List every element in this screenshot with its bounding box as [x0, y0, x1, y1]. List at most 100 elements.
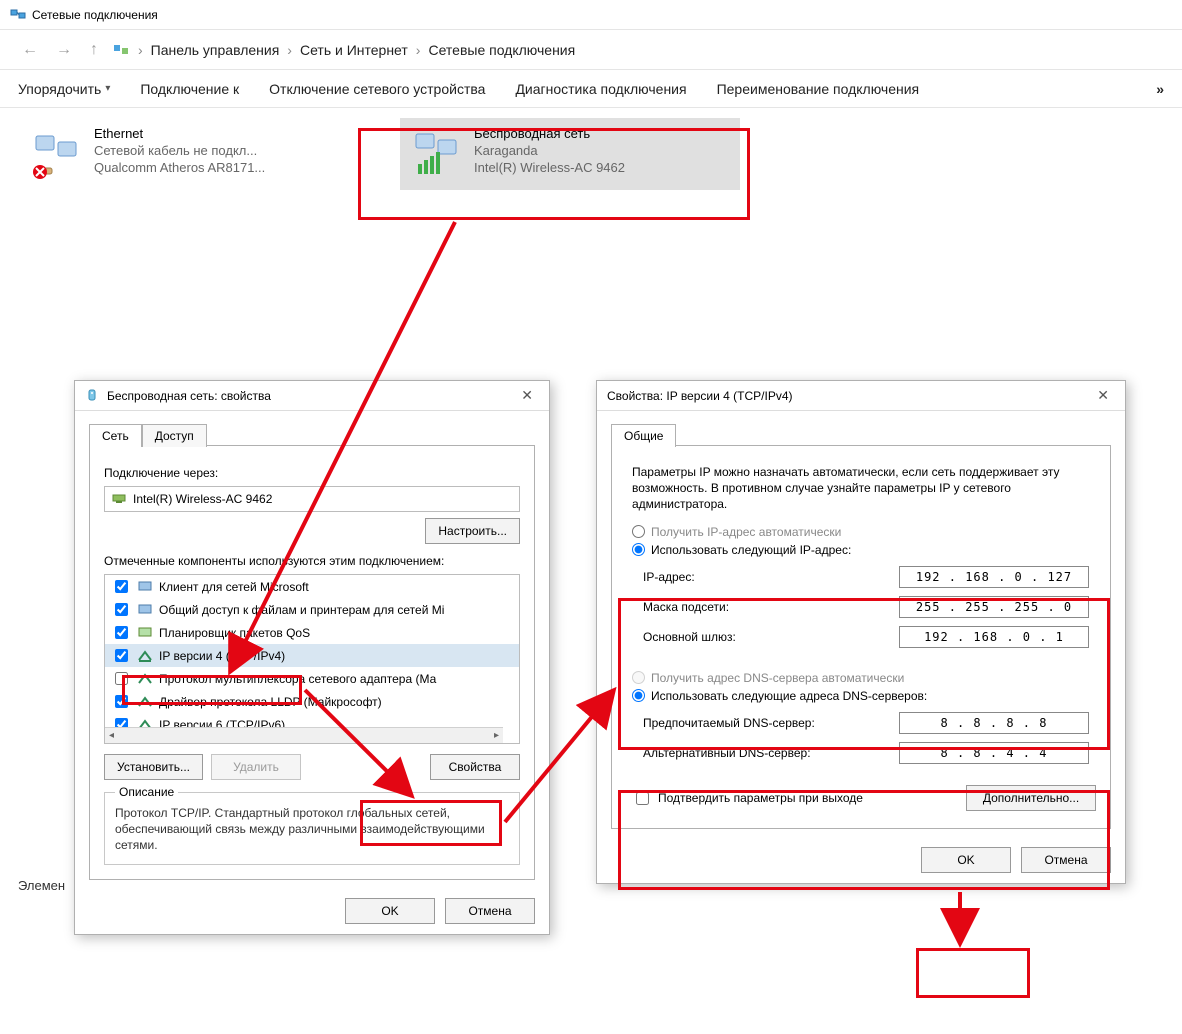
- gateway-label: Основной шлюз:: [643, 630, 899, 644]
- diagnose-button[interactable]: Диагностика подключения: [515, 81, 686, 97]
- cancel-button[interactable]: Отмена: [445, 898, 535, 924]
- status-bar: Элемен: [18, 878, 65, 893]
- radio-manual-ip-input[interactable]: [632, 543, 645, 556]
- breadcrumb-item[interactable]: Сетевые подключения: [428, 42, 575, 58]
- client-icon: [137, 579, 153, 595]
- scroll-right-icon[interactable]: ▸: [490, 730, 503, 741]
- radio-auto-dns: Получить адрес DNS-сервера автоматически: [626, 669, 1096, 687]
- adapter-properties-dialog: Беспроводная сеть: свойства ✕ Сеть Досту…: [74, 380, 550, 935]
- adapter-icon: [85, 388, 101, 404]
- overflow-button[interactable]: »: [1156, 81, 1164, 97]
- disable-device-button[interactable]: Отключение сетевого устройства: [269, 81, 485, 97]
- dialog-title: Беспроводная сеть: свойства: [107, 389, 271, 403]
- qos-icon: [137, 625, 153, 641]
- component-checkbox[interactable]: [115, 580, 128, 593]
- ok-button[interactable]: OK: [921, 847, 1011, 873]
- description-legend: Описание: [115, 785, 178, 799]
- dns2-field[interactable]: 8 . 8 . 4 . 4: [899, 742, 1089, 764]
- separator-icon: ›: [138, 42, 143, 58]
- confirm-on-exit-label: Подтвердить параметры при выходе: [658, 791, 863, 805]
- confirm-on-exit-input[interactable]: [636, 792, 649, 805]
- radio-manual-dns-input[interactable]: [632, 689, 645, 702]
- connection-item-wifi[interactable]: Беспроводная сеть Karaganda Intel(R) Wir…: [400, 118, 740, 190]
- close-button[interactable]: ✕: [515, 385, 539, 406]
- dialog-title-bar[interactable]: Свойства: IP версии 4 (TCP/IPv4) ✕: [597, 381, 1125, 411]
- breadcrumb[interactable]: › Панель управления › Сеть и Интернет › …: [112, 41, 575, 59]
- radio-label: Использовать следующие адреса DNS-сервер…: [651, 689, 927, 703]
- connection-status: Karaganda: [474, 143, 625, 158]
- up-button[interactable]: ↑: [86, 37, 102, 63]
- tab-network[interactable]: Сеть: [89, 424, 142, 447]
- component-checkbox[interactable]: [115, 672, 128, 685]
- configure-button[interactable]: Настроить...: [425, 518, 520, 544]
- radio-label: Получить IP-адрес автоматически: [651, 525, 841, 539]
- connect-to-button[interactable]: Подключение к: [140, 81, 239, 97]
- breadcrumb-item[interactable]: Панель управления: [151, 42, 280, 58]
- share-icon: [137, 602, 153, 618]
- component-checkbox[interactable]: [115, 695, 128, 708]
- component-checkbox[interactable]: [115, 649, 128, 662]
- ipv4-properties-dialog: Свойства: IP версии 4 (TCP/IPv4) ✕ Общие…: [596, 380, 1126, 884]
- ip-address-label: IP-адрес:: [643, 570, 899, 584]
- cancel-button[interactable]: Отмена: [1021, 847, 1111, 873]
- ok-button[interactable]: OK: [345, 898, 435, 924]
- dns2-label: Альтернативный DNS-сервер:: [643, 746, 899, 760]
- breadcrumb-item[interactable]: Сеть и Интернет: [300, 42, 408, 58]
- horizontal-scrollbar[interactable]: ◂▸: [105, 727, 503, 743]
- components-label: Отмеченные компоненты используются этим …: [104, 554, 520, 568]
- connect-via-label: Подключение через:: [104, 466, 520, 480]
- confirm-on-exit-checkbox[interactable]: Подтвердить параметры при выходе: [626, 783, 869, 814]
- connection-item-ethernet[interactable]: Ethernet Сетевой кабель не подкл... Qual…: [20, 118, 360, 190]
- radio-auto-dns-input: [632, 671, 645, 684]
- gateway-field[interactable]: 192 . 168 . 0 . 1: [899, 626, 1089, 648]
- forward-button[interactable]: →: [52, 37, 76, 63]
- ip-address-field[interactable]: 192 . 168 . 0 . 127: [899, 566, 1089, 588]
- dns1-label: Предпочитаемый DNS-сервер:: [643, 716, 899, 730]
- wifi-icon: [408, 126, 464, 182]
- close-button[interactable]: ✕: [1091, 385, 1115, 406]
- connection-name: Ethernet: [94, 126, 265, 141]
- dialog-tabs: Общие: [611, 423, 1111, 446]
- install-button[interactable]: Установить...: [104, 754, 203, 780]
- tab-access[interactable]: Доступ: [142, 424, 207, 447]
- rename-button[interactable]: Переименование подключения: [717, 81, 920, 97]
- window-title: Сетевые подключения: [32, 8, 158, 22]
- back-button[interactable]: ←: [18, 37, 42, 63]
- subnet-mask-field[interactable]: 255 . 255 . 255 . 0: [899, 596, 1089, 618]
- properties-button[interactable]: Свойства: [430, 754, 520, 780]
- list-item: Протокол мультиплексора сетевого адаптер…: [105, 667, 519, 690]
- tab-general[interactable]: Общие: [611, 424, 676, 447]
- organize-menu[interactable]: Упорядочить ▾: [18, 81, 110, 97]
- radio-auto-ip[interactable]: Получить IP-адрес автоматически: [626, 523, 1096, 541]
- components-list[interactable]: Клиент для сетей Microsoft Общий доступ …: [104, 574, 520, 744]
- radio-manual-ip[interactable]: Использовать следующий IP-адрес:: [626, 541, 1096, 559]
- title-bar: Сетевые подключения: [0, 0, 1182, 30]
- list-item-ipv4: IP версии 4 (TCP/IPv4): [105, 644, 519, 667]
- connection-status: Сетевой кабель не подкл...: [94, 143, 265, 158]
- control-panel-icon: [112, 41, 130, 59]
- connection-device: Qualcomm Atheros AR8171...: [94, 160, 265, 175]
- component-checkbox[interactable]: [115, 626, 128, 639]
- advanced-button[interactable]: Дополнительно...: [966, 785, 1096, 811]
- component-checkbox[interactable]: [115, 603, 128, 616]
- ethernet-icon: [28, 126, 84, 182]
- description-text: Протокол TCP/IP. Стандартный протокол гл…: [115, 805, 509, 854]
- radio-manual-dns[interactable]: Использовать следующие адреса DNS-сервер…: [626, 687, 1096, 705]
- dialog-title-bar[interactable]: Беспроводная сеть: свойства ✕: [75, 381, 549, 411]
- separator-icon: ›: [287, 42, 292, 58]
- separator-icon: ›: [416, 42, 421, 58]
- organize-label: Упорядочить: [18, 81, 101, 97]
- dns1-field[interactable]: 8 . 8 . 8 . 8: [899, 712, 1089, 734]
- radio-auto-ip-input[interactable]: [632, 525, 645, 538]
- chevron-down-icon: ▾: [105, 83, 110, 94]
- mux-icon: [137, 671, 153, 687]
- remove-button: Удалить: [211, 754, 301, 780]
- list-item: Драйвер протокола LLDP (Майкрософт): [105, 690, 519, 713]
- connection-name: Беспроводная сеть: [474, 126, 625, 141]
- scroll-left-icon[interactable]: ◂: [105, 730, 118, 741]
- annotation-box: [916, 948, 1030, 998]
- adapter-field: Intel(R) Wireless-AC 9462: [104, 486, 520, 512]
- nic-icon: [111, 491, 127, 507]
- network-connections-icon: [10, 7, 26, 23]
- nav-bar: ← → ↑ › Панель управления › Сеть и Интер…: [0, 30, 1182, 70]
